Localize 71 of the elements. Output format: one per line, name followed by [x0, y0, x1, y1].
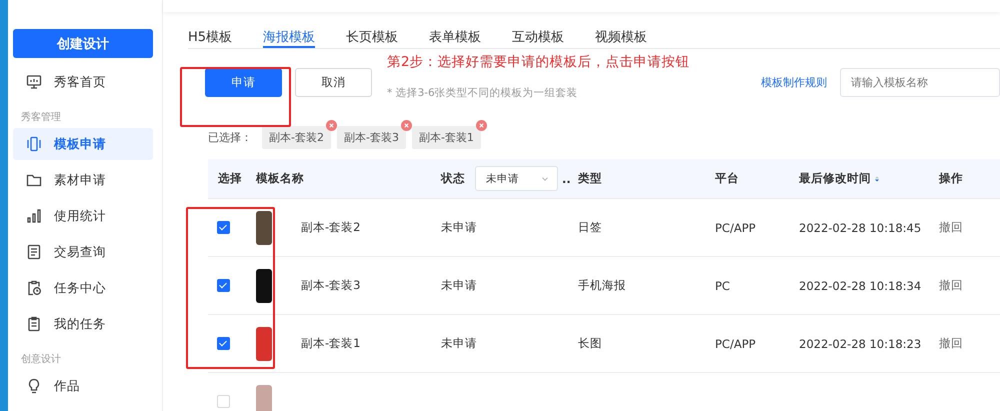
revoke-link[interactable]: 撤回	[939, 336, 963, 350]
table-cell: 未申请	[441, 336, 477, 350]
annotation-text: 第2步：选择好需要申请的模板后，点击申请按钮	[387, 53, 690, 71]
document-icon	[26, 244, 42, 260]
phone-frame-icon	[26, 136, 42, 152]
table-cell: 2022-02-28 10:18:34	[799, 278, 922, 292]
tab[interactable]: 视频模板	[595, 12, 648, 48]
bar-chart-icon	[26, 208, 42, 224]
clipboard-clock-icon	[26, 280, 42, 296]
sidebar-item[interactable]: 秀客首页	[13, 66, 153, 98]
revoke-link[interactable]: 撤回	[939, 278, 963, 292]
lightbulb-icon	[26, 378, 42, 394]
revoke-link[interactable]: 撤回	[939, 220, 963, 234]
selected-label: 已选择：	[208, 130, 252, 145]
tab[interactable]: 表单模板	[429, 12, 482, 48]
checkbox[interactable]	[217, 337, 230, 350]
remove-icon[interactable]	[326, 120, 337, 131]
column-header: 选择	[218, 171, 242, 185]
apply-button[interactable]: 申请	[205, 68, 282, 97]
checkbox[interactable]	[217, 279, 230, 292]
column-header: 状态	[441, 171, 465, 186]
sidebar-item[interactable]: 交易查询	[13, 236, 153, 268]
monitor-icon	[26, 74, 42, 90]
table-cell: 副本-套装2	[301, 220, 360, 234]
table-cell: 手机海报	[578, 278, 626, 292]
ellipsis-text: ..	[562, 172, 571, 186]
create-design-button[interactable]: 创建设计	[13, 29, 153, 58]
photo-placeholder	[256, 326, 272, 360]
tab[interactable]: 长页模板	[346, 12, 398, 48]
section-label: 秀客管理	[20, 110, 62, 125]
tab[interactable]: H5模板	[188, 12, 232, 48]
sidebar-item[interactable]: 任务中心	[13, 272, 153, 304]
table-cell: 未申请	[441, 278, 477, 292]
column-header: 平台	[715, 171, 739, 185]
column-header: 最后修改时间	[799, 171, 871, 185]
sidebar-item[interactable]: 我的任务	[13, 308, 153, 340]
table-cell: 副本-套装3	[301, 278, 360, 292]
hint-text: * 选择3-6张类型不同的模板为一组套装	[387, 86, 578, 100]
table-cell: PC/APP	[715, 336, 756, 350]
search-field[interactable]: 请输入模板名称	[840, 68, 1000, 97]
sidebar-item[interactable]: 使用统计	[13, 200, 153, 232]
sort-icon[interactable]	[873, 174, 881, 184]
sidebar-item[interactable]: 作品	[13, 370, 153, 402]
checkbox[interactable]	[217, 221, 230, 234]
photo-placeholder	[256, 384, 272, 411]
cancel-button[interactable]: 取消	[295, 68, 372, 97]
clipboard-icon	[26, 316, 42, 332]
table-cell: 未申请	[441, 220, 477, 234]
table-cell: PC	[715, 278, 730, 292]
section-label: 创意设计	[20, 352, 62, 367]
photo-placeholder	[256, 210, 272, 244]
remove-icon[interactable]	[400, 120, 412, 131]
status-filter-dropdown[interactable]: 未申请	[475, 166, 558, 191]
table-cell: 副本-套装1	[301, 336, 360, 350]
sidebar-item[interactable]: 模板申请	[13, 128, 153, 160]
folder-icon	[26, 172, 42, 188]
column-header: 类型	[578, 171, 602, 185]
tab[interactable]: 海报模板	[263, 12, 316, 48]
rules-link[interactable]: 模板制作规则	[761, 75, 827, 90]
photo-placeholder	[256, 268, 272, 302]
table-cell: 长图	[578, 336, 602, 350]
table-cell: 2022-02-28 10:18:23	[799, 336, 922, 350]
table-cell: PC/APP	[715, 220, 756, 234]
tab[interactable]: 互动模板	[512, 12, 564, 48]
table-cell: 日签	[578, 220, 602, 234]
sidebar-item[interactable]: 素材申请	[13, 164, 153, 196]
remove-icon[interactable]	[476, 120, 487, 131]
column-header: 模板名称	[256, 171, 304, 185]
table-cell: 2022-02-28 10:18:45	[799, 220, 922, 234]
filter-value: 未申请	[486, 172, 519, 186]
column-header: 操作	[939, 171, 963, 185]
